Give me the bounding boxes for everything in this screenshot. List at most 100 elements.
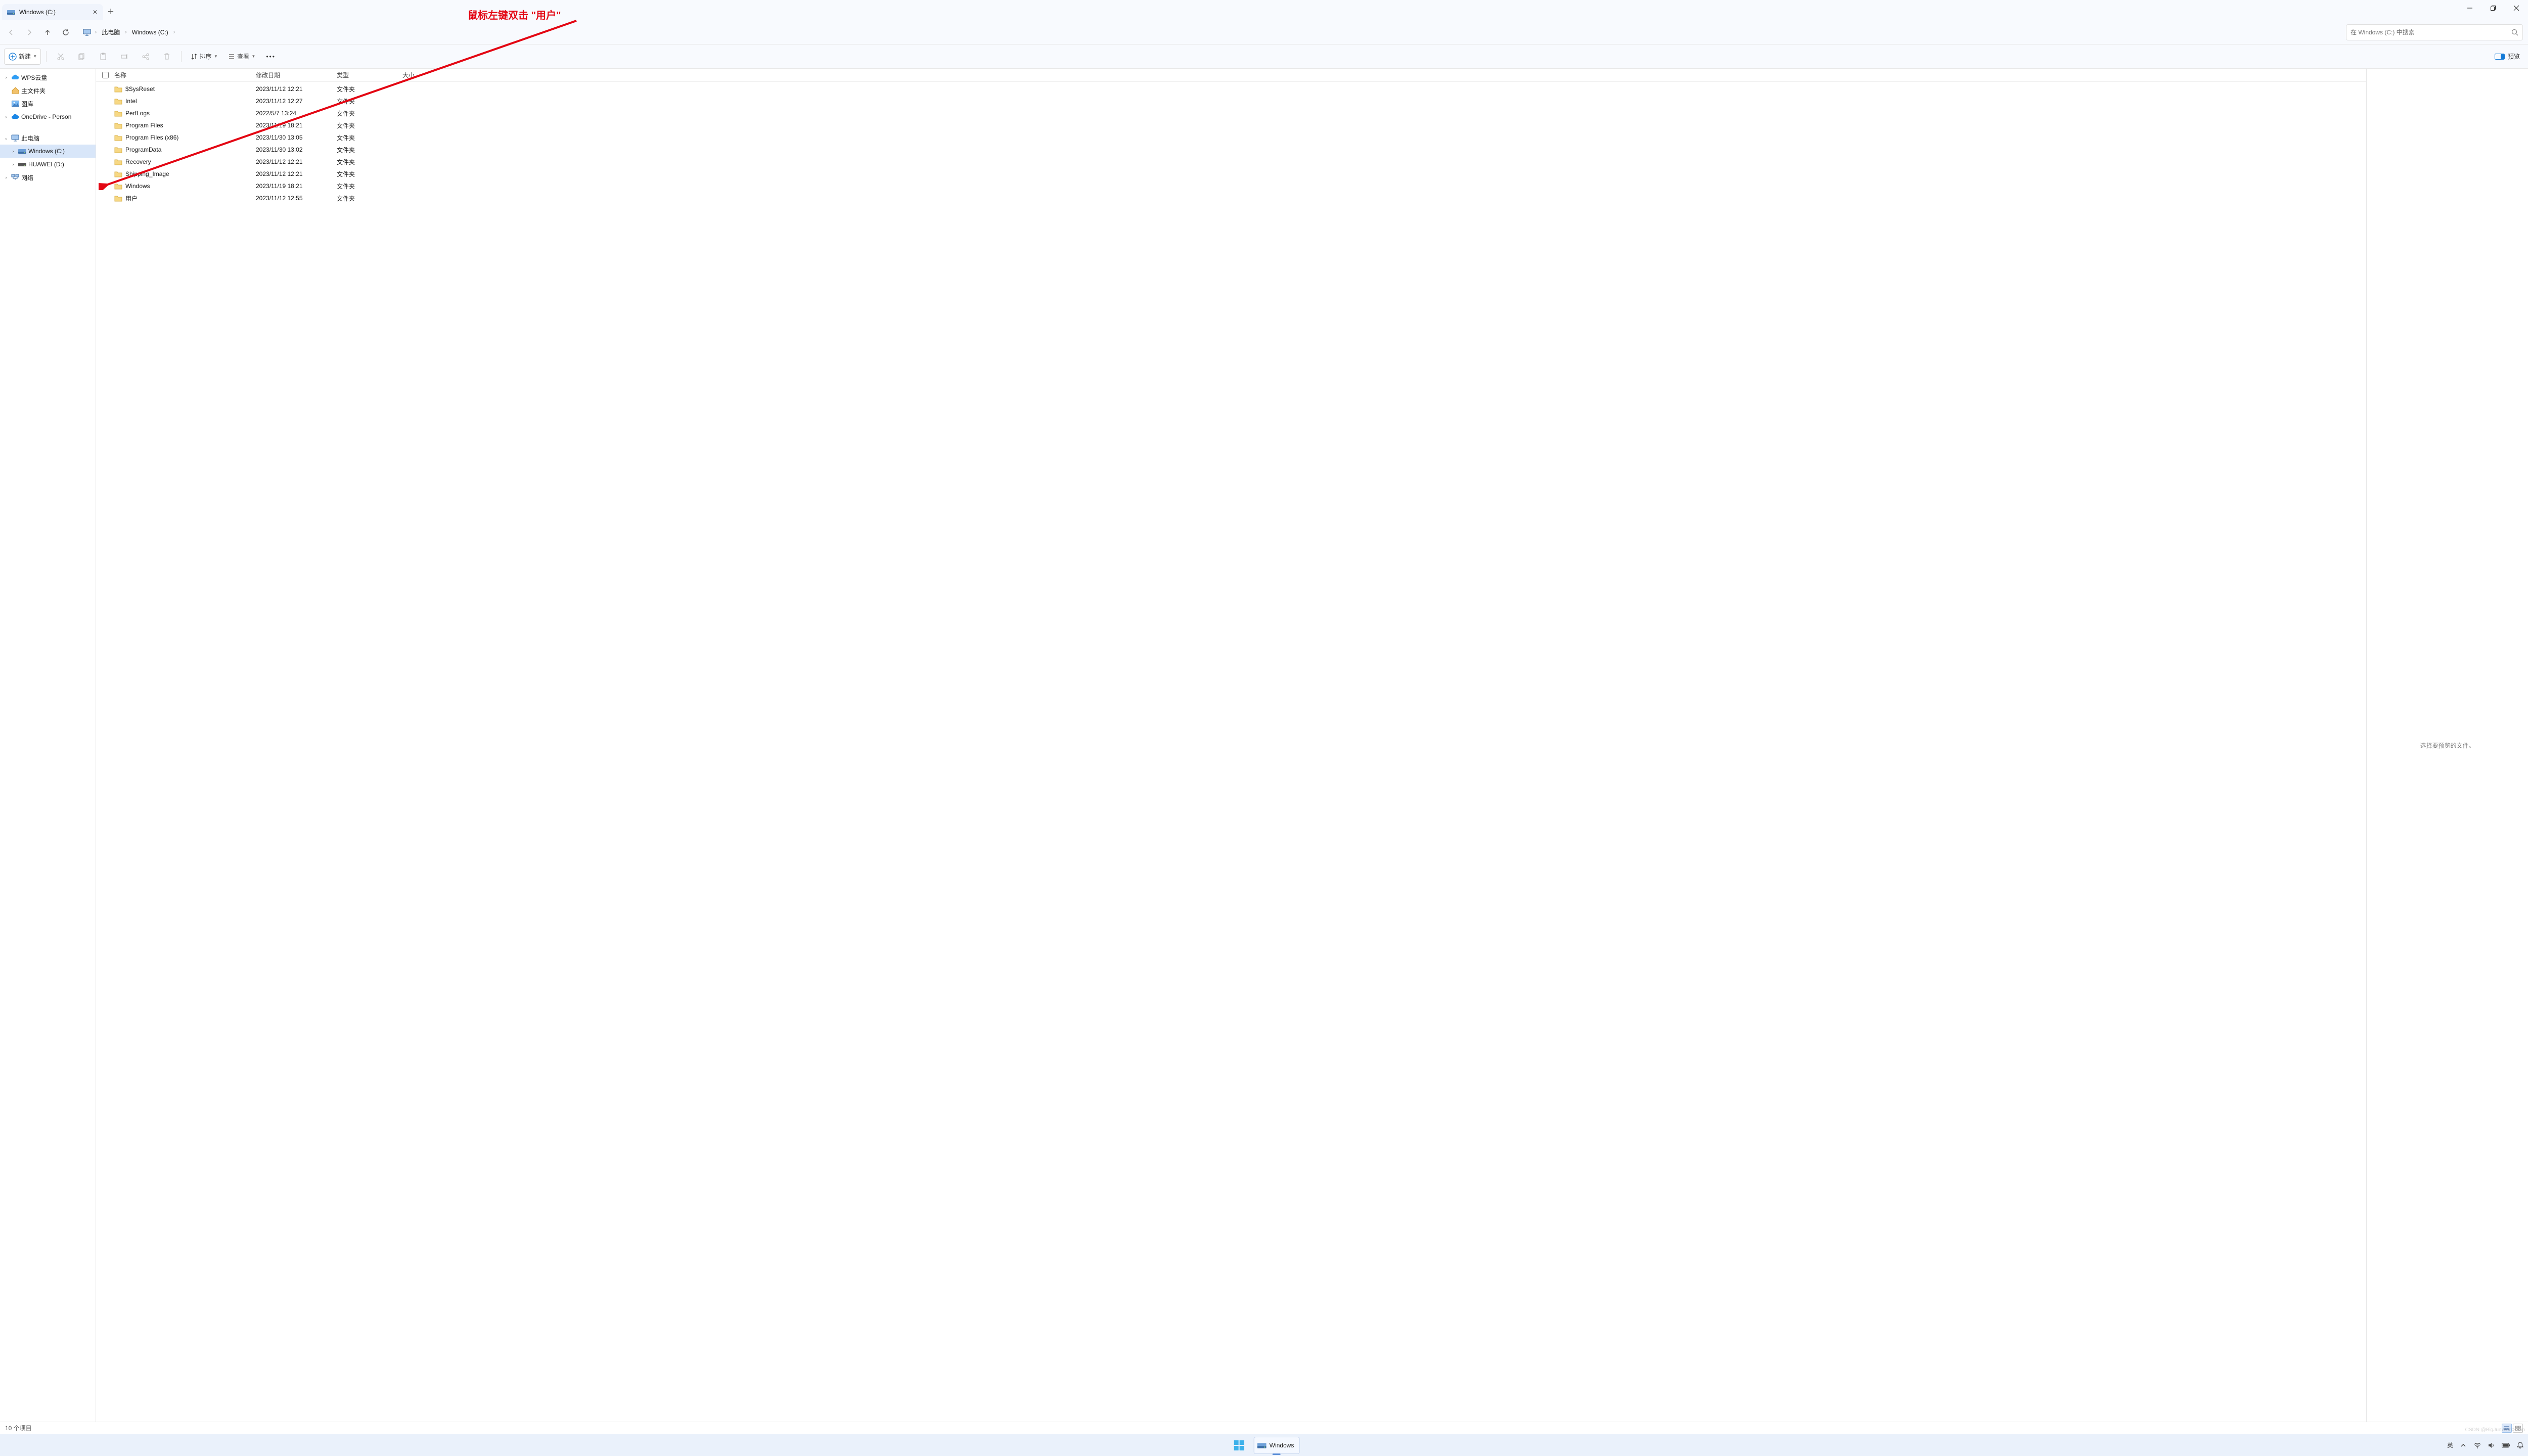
nav-wps-cloud[interactable]: › WPS云盘 [0, 71, 96, 84]
volume-icon[interactable] [2488, 1441, 2496, 1449]
taskbar-running-label: Windows [1270, 1442, 1294, 1449]
search-input[interactable] [2351, 29, 2511, 36]
maximize-button[interactable] [2481, 0, 2505, 16]
cut-button[interactable] [52, 49, 70, 65]
nav-drive-c[interactable]: › Windows (C:) [0, 145, 96, 158]
refresh-icon [62, 29, 69, 36]
tab-windows-c[interactable]: Windows (C:) ✕ [2, 4, 103, 20]
taskbar-explorer[interactable]: Windows [1254, 1437, 1300, 1454]
nav-gallery[interactable]: 图库 [0, 97, 96, 110]
nav-this-pc[interactable]: ⌄ 此电脑 [0, 131, 96, 145]
column-type[interactable]: 类型 [337, 71, 402, 79]
status-bar: 10 个项目 [0, 1422, 2528, 1434]
copy-button[interactable] [73, 49, 91, 65]
nav-home[interactable]: 主文件夹 [0, 84, 96, 97]
battery-icon[interactable] [2502, 1441, 2510, 1449]
file-row[interactable]: Program Files (x86)2023/11/30 13:05文件夹 [96, 131, 2366, 144]
wifi-icon[interactable] [2473, 1441, 2481, 1449]
chevron-right-icon[interactable]: › [3, 75, 9, 80]
chevron-right-icon[interactable]: › [10, 149, 16, 154]
nav-label: WPS云盘 [21, 73, 47, 82]
arrow-right-icon [26, 29, 33, 36]
ellipsis-icon: ••• [266, 53, 276, 60]
picture-icon [11, 100, 19, 108]
breadcrumb-this-pc[interactable]: 此电脑 [99, 26, 123, 38]
up-button[interactable] [39, 24, 56, 40]
command-bar: 新建 ▾ 排序 ▾ 查看 ▾ ••• 预览 [0, 44, 2528, 69]
file-date: 2023/11/12 12:55 [256, 195, 337, 202]
preview-toggle[interactable]: 预览 [2491, 52, 2524, 61]
chevron-right-icon[interactable]: › [10, 162, 16, 167]
share-button[interactable] [137, 49, 155, 65]
more-button[interactable]: ••• [262, 49, 280, 65]
system-tray: 英 [2447, 1441, 2524, 1449]
windows-logo-icon [1234, 1440, 1245, 1451]
file-name: Recovery [125, 158, 151, 165]
explorer-body: › WPS云盘 主文件夹 图库 › OneDrive - Person ⌄ 此电… [0, 69, 2528, 1422]
folder-icon [114, 146, 122, 153]
column-size[interactable]: 大小 [402, 71, 443, 79]
file-type: 文件夹 [337, 158, 402, 166]
clipboard-icon [99, 53, 107, 61]
file-row[interactable]: Recovery2023/11/12 12:21文件夹 [96, 156, 2366, 168]
chevron-right-icon: › [172, 29, 176, 35]
close-button[interactable] [2505, 0, 2528, 16]
titlebar: Windows (C:) ✕ ＋ [0, 0, 2528, 20]
file-row[interactable]: Intel2023/11/12 12:27文件夹 [96, 95, 2366, 107]
column-date[interactable]: 修改日期 [256, 71, 337, 79]
file-name: Intel [125, 98, 137, 105]
file-name: Program Files [125, 122, 163, 129]
tray-chevron-icon[interactable] [2459, 1441, 2467, 1449]
new-tab-button[interactable]: ＋ [103, 4, 118, 19]
copy-icon [78, 53, 86, 61]
file-row[interactable]: Shipping_Image2023/11/12 12:21文件夹 [96, 168, 2366, 180]
file-name: Windows [125, 183, 150, 190]
onedrive-icon [11, 113, 19, 121]
start-button[interactable] [1229, 1437, 1250, 1454]
sort-button[interactable]: 排序 ▾ [187, 49, 221, 65]
refresh-button[interactable] [58, 24, 74, 40]
rename-button[interactable] [115, 49, 133, 65]
preview-label: 预览 [2508, 52, 2520, 61]
notifications-icon[interactable] [2516, 1441, 2524, 1449]
nav-network[interactable]: › 网络 [0, 171, 96, 184]
paste-button[interactable] [94, 49, 112, 65]
file-name: 用户 [125, 194, 138, 203]
chevron-right-icon[interactable]: › [3, 114, 9, 119]
address-bar[interactable]: › 此电脑 › Windows (C:) › [80, 24, 2340, 40]
trash-icon [163, 53, 171, 61]
file-type: 文件夹 [337, 133, 402, 142]
scissors-icon [57, 53, 65, 61]
nav-onedrive[interactable]: › OneDrive - Person [0, 110, 96, 123]
view-button[interactable]: 查看 ▾ [224, 49, 259, 65]
delete-button[interactable] [158, 49, 176, 65]
folder-icon [114, 98, 122, 105]
file-row[interactable]: $SysReset2023/11/12 12:21文件夹 [96, 83, 2366, 95]
restore-icon [2491, 6, 2496, 11]
share-icon [142, 53, 150, 61]
breadcrumb-drive-c[interactable]: Windows (C:) [129, 27, 171, 38]
chevron-down-icon[interactable]: ⌄ [3, 135, 9, 141]
tab-close-button[interactable]: ✕ [91, 8, 99, 16]
file-row[interactable]: ProgramData2023/11/30 13:02文件夹 [96, 144, 2366, 156]
close-icon [2513, 5, 2519, 11]
select-all-checkbox[interactable] [102, 72, 114, 78]
minimize-button[interactable] [2458, 0, 2481, 16]
file-row[interactable]: PerfLogs2022/5/7 13:24文件夹 [96, 107, 2366, 119]
file-row[interactable]: 用户2023/11/12 12:55文件夹 [96, 192, 2366, 204]
new-button[interactable]: 新建 ▾ [4, 49, 41, 65]
file-row[interactable]: Windows2023/11/19 18:21文件夹 [96, 180, 2366, 192]
nav-drive-d[interactable]: › HUAWEI (D:) [0, 158, 96, 171]
search-box[interactable] [2346, 24, 2523, 40]
network-icon [11, 173, 19, 181]
column-name[interactable]: 名称 [114, 71, 256, 79]
back-button[interactable] [3, 24, 19, 40]
file-row[interactable]: Program Files2023/11/19 18:21文件夹 [96, 119, 2366, 131]
folder-icon [114, 170, 122, 177]
forward-button[interactable] [21, 24, 37, 40]
file-type: 文件夹 [337, 97, 402, 106]
chevron-right-icon[interactable]: › [3, 175, 9, 180]
rename-icon [120, 53, 128, 61]
nav-label: OneDrive - Person [21, 113, 71, 120]
ime-indicator[interactable]: 英 [2447, 1441, 2453, 1449]
